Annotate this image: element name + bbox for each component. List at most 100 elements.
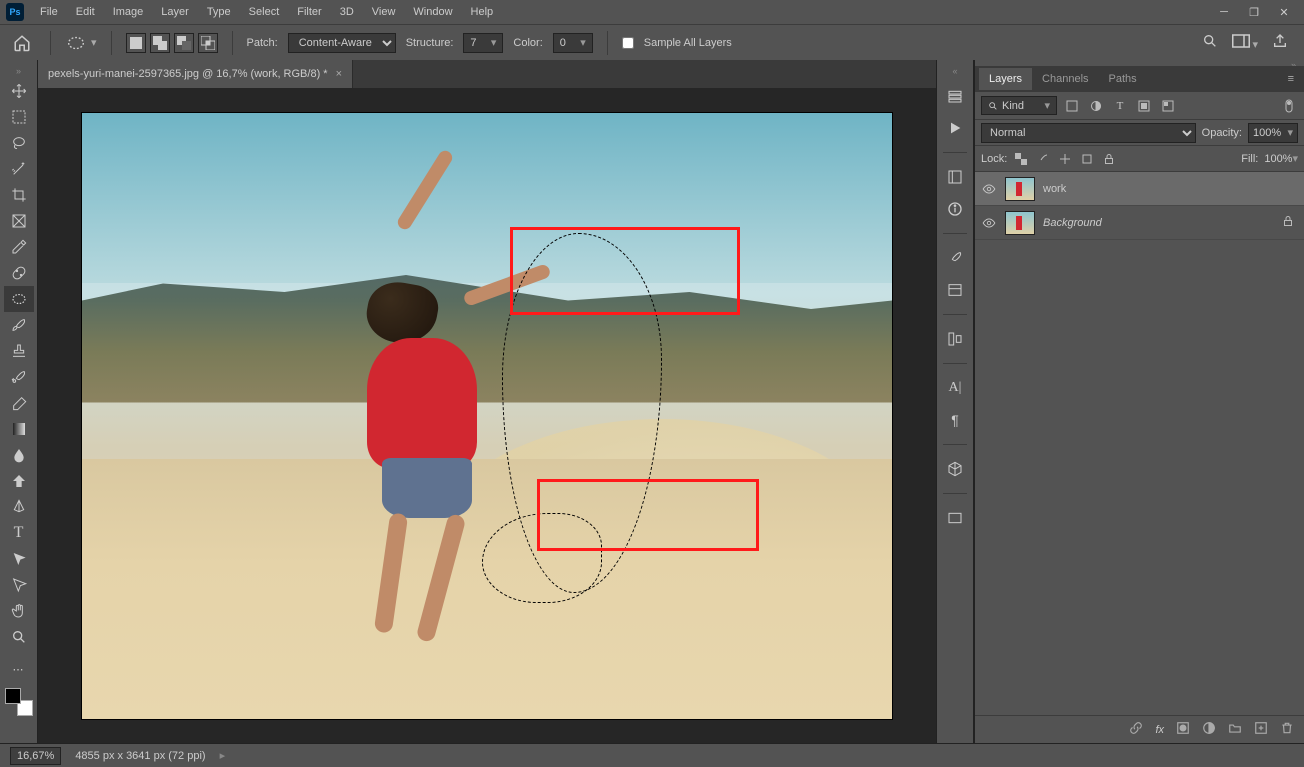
zoom-tool[interactable] bbox=[4, 624, 34, 650]
layer-thumbnail[interactable] bbox=[1005, 211, 1035, 235]
menu-type[interactable]: Type bbox=[199, 2, 239, 22]
close-tab-icon[interactable]: × bbox=[336, 68, 342, 80]
stamp-tool[interactable] bbox=[4, 338, 34, 364]
home-button[interactable] bbox=[8, 31, 36, 55]
actions-panel-icon[interactable] bbox=[943, 116, 967, 140]
blend-mode-select[interactable]: Normal bbox=[981, 123, 1196, 143]
close-button[interactable]: ✕ bbox=[1270, 2, 1298, 22]
menu-file[interactable]: File bbox=[32, 2, 66, 22]
path-select-tool[interactable] bbox=[4, 546, 34, 572]
align-panel-icon[interactable] bbox=[943, 327, 967, 351]
visibility-toggle[interactable] bbox=[981, 182, 997, 196]
layer-thumbnail[interactable] bbox=[1005, 177, 1035, 201]
patch-tool[interactable] bbox=[4, 286, 34, 312]
wand-tool[interactable] bbox=[4, 156, 34, 182]
restore-button[interactable]: ❐ bbox=[1240, 2, 1268, 22]
color-value[interactable]: 0▾ bbox=[553, 33, 593, 53]
menu-image[interactable]: Image bbox=[105, 2, 152, 22]
3d-panel-icon[interactable] bbox=[943, 457, 967, 481]
dodge-tool[interactable] bbox=[4, 468, 34, 494]
selection-new-icon[interactable] bbox=[126, 33, 146, 53]
tab-channels[interactable]: Channels bbox=[1032, 68, 1098, 90]
share-icon[interactable] bbox=[1272, 33, 1288, 52]
search-icon[interactable] bbox=[1202, 33, 1218, 52]
selection-intersect-icon[interactable] bbox=[198, 33, 218, 53]
layer-name[interactable]: Background bbox=[1043, 217, 1102, 229]
layer-row[interactable]: work bbox=[975, 172, 1304, 206]
brush-tool[interactable] bbox=[4, 312, 34, 338]
menu-layer[interactable]: Layer bbox=[153, 2, 197, 22]
canvas[interactable] bbox=[82, 113, 892, 719]
structure-value[interactable]: 7▾ bbox=[463, 33, 503, 53]
layer-name[interactable]: work bbox=[1043, 183, 1066, 195]
panel-menu-icon[interactable]: ≡ bbox=[1282, 69, 1300, 89]
fx-icon[interactable]: fx bbox=[1155, 724, 1164, 736]
link-layers-icon[interactable] bbox=[1129, 721, 1143, 738]
hand-tool[interactable] bbox=[4, 598, 34, 624]
lock-artboard-icon[interactable] bbox=[1079, 151, 1095, 167]
paragraph-panel-icon[interactable]: ¶ bbox=[943, 408, 967, 432]
menu-help[interactable]: Help bbox=[463, 2, 502, 22]
type-tool[interactable]: T bbox=[4, 520, 34, 546]
filter-toggle[interactable] bbox=[1280, 98, 1298, 114]
color-swatches[interactable] bbox=[5, 688, 33, 716]
filter-smart-icon[interactable] bbox=[1159, 98, 1177, 114]
new-layer-icon[interactable] bbox=[1254, 721, 1268, 738]
filter-shape-icon[interactable] bbox=[1135, 98, 1153, 114]
menu-window[interactable]: Window bbox=[405, 2, 460, 22]
minimize-button[interactable]: ─ bbox=[1210, 2, 1238, 22]
selection-subtract-icon[interactable] bbox=[174, 33, 194, 53]
properties-panel-icon[interactable] bbox=[943, 165, 967, 189]
sample-all-layers-checkbox[interactable] bbox=[622, 37, 634, 49]
menu-filter[interactable]: Filter bbox=[289, 2, 329, 22]
menu-3d[interactable]: 3D bbox=[332, 2, 362, 22]
blur-tool[interactable] bbox=[4, 442, 34, 468]
workspace-switch-icon[interactable]: ▾ bbox=[1232, 34, 1258, 51]
filter-pixel-icon[interactable] bbox=[1063, 98, 1081, 114]
zoom-level[interactable]: 16,67% bbox=[10, 747, 61, 765]
adjustment-icon[interactable] bbox=[1202, 721, 1216, 738]
pen-tool[interactable] bbox=[4, 494, 34, 520]
opacity-value[interactable]: 100%▾ bbox=[1248, 123, 1298, 143]
fill-value[interactable]: 100%▾ bbox=[1264, 152, 1298, 165]
filter-type-icon[interactable]: T bbox=[1111, 98, 1129, 114]
lock-all-icon[interactable] bbox=[1101, 151, 1117, 167]
tab-paths[interactable]: Paths bbox=[1099, 68, 1147, 90]
navigator-panel-icon[interactable] bbox=[943, 506, 967, 530]
history-panel-icon[interactable] bbox=[943, 84, 967, 108]
canvas-viewport[interactable] bbox=[38, 88, 936, 743]
selection-add-icon[interactable] bbox=[150, 33, 170, 53]
character-panel-icon[interactable]: A| bbox=[943, 376, 967, 400]
delete-layer-icon[interactable] bbox=[1280, 721, 1294, 738]
lock-position-icon[interactable] bbox=[1057, 151, 1073, 167]
brushes-panel-icon[interactable] bbox=[943, 278, 967, 302]
foreground-color-swatch[interactable] bbox=[5, 688, 21, 704]
edit-toolbar[interactable]: ⋯ bbox=[4, 656, 34, 682]
history-brush-tool[interactable] bbox=[4, 364, 34, 390]
document-tab[interactable]: pexels-yuri-manei-2597365.jpg @ 16,7% (w… bbox=[38, 60, 353, 88]
patch-mode-select[interactable]: Content-Aware bbox=[288, 33, 396, 53]
direct-select-tool[interactable] bbox=[4, 572, 34, 598]
lock-pixels-icon[interactable] bbox=[1013, 151, 1029, 167]
tab-layers[interactable]: Layers bbox=[979, 68, 1032, 90]
group-icon[interactable] bbox=[1228, 721, 1242, 738]
lock-paint-icon[interactable] bbox=[1035, 151, 1051, 167]
visibility-toggle[interactable] bbox=[981, 216, 997, 230]
mask-icon[interactable] bbox=[1176, 721, 1190, 738]
layer-row[interactable]: Background bbox=[975, 206, 1304, 240]
menu-view[interactable]: View bbox=[364, 2, 404, 22]
filter-adjust-icon[interactable] bbox=[1087, 98, 1105, 114]
marquee-tool[interactable] bbox=[4, 104, 34, 130]
info-panel-icon[interactable] bbox=[943, 197, 967, 221]
brush-settings-icon[interactable] bbox=[943, 246, 967, 270]
crop-tool[interactable] bbox=[4, 182, 34, 208]
patch-tool-icon[interactable]: ▾ bbox=[65, 32, 97, 54]
lasso-tool[interactable] bbox=[4, 130, 34, 156]
eyedropper-tool[interactable] bbox=[4, 234, 34, 260]
move-tool[interactable] bbox=[4, 78, 34, 104]
frame-tool[interactable] bbox=[4, 208, 34, 234]
filter-kind-select[interactable]: Kind▾ bbox=[981, 96, 1057, 115]
gradient-tool[interactable] bbox=[4, 416, 34, 442]
menu-select[interactable]: Select bbox=[241, 2, 288, 22]
eraser-tool[interactable] bbox=[4, 390, 34, 416]
